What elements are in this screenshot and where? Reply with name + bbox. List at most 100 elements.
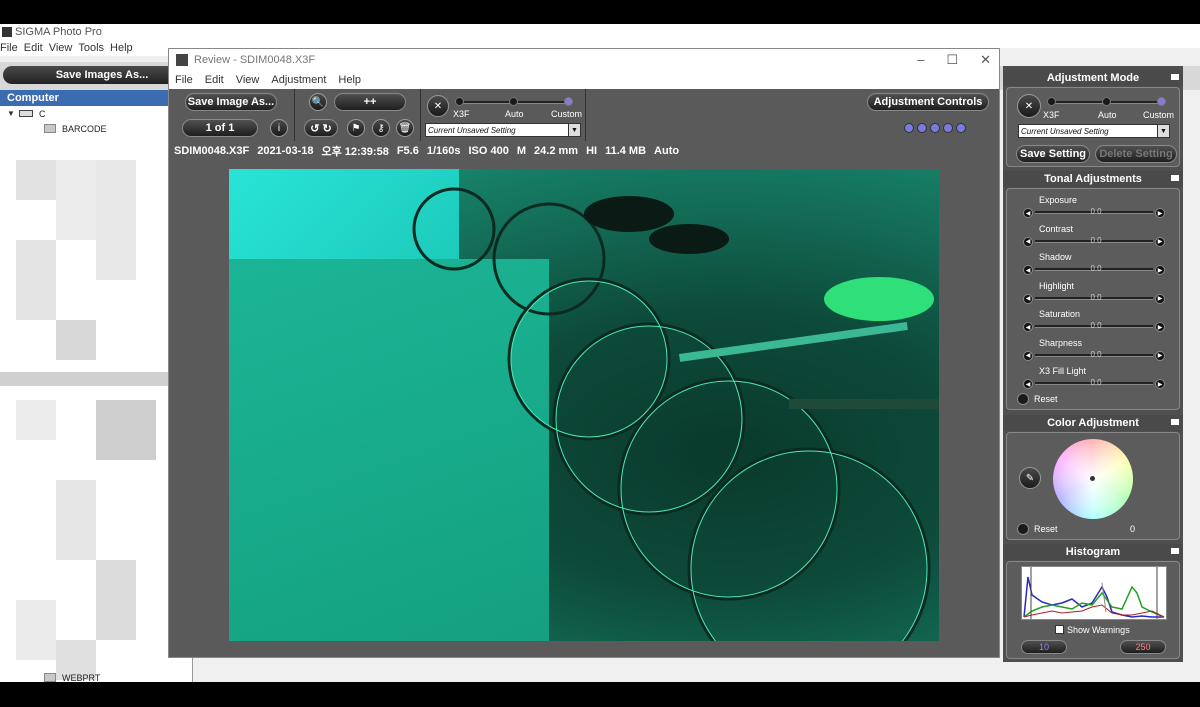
histogram-graph	[1021, 566, 1167, 620]
tonal-label: Shadow	[1039, 252, 1072, 262]
increase-arrow-icon[interactable]: ▶	[1155, 379, 1165, 389]
histogram-high-stepper[interactable]: 250	[1120, 640, 1166, 654]
page-navigator[interactable]: 1 of 1	[182, 119, 258, 137]
decrease-arrow-icon[interactable]: ◀	[1023, 322, 1033, 332]
tree-row-folder-bottom[interactable]: WEBPRT	[0, 670, 100, 685]
flag-icon[interactable]: ⚑	[347, 119, 365, 137]
save-image-button[interactable]: Save Image As...	[185, 93, 277, 111]
app-menu-file[interactable]: File	[0, 42, 24, 54]
maximize-icon[interactable]: ☐	[946, 52, 958, 68]
mode-reset-icon[interactable]: ✕	[427, 95, 449, 117]
increase-arrow-icon[interactable]: ▶	[1155, 293, 1165, 304]
tonal-reset-radio[interactable]	[1017, 393, 1029, 405]
color-reset-radio[interactable]	[1017, 523, 1029, 535]
review-menu-help[interactable]: Help	[338, 74, 361, 86]
tonal-label: Highlight	[1039, 280, 1075, 291]
tonal-slider-row: Shadow ◀ 0.0 ▶	[1007, 250, 1181, 278]
mode-setting-dropdown[interactable]: Current Unsaved Setting ▼	[1018, 124, 1170, 138]
close-icon[interactable]: ✕	[980, 52, 991, 68]
rotate-buttons[interactable]: ↺ ↻	[304, 119, 338, 137]
mode-slider-dot[interactable]	[455, 97, 464, 106]
app-menu-help[interactable]: Help	[110, 42, 139, 54]
toolbar-separator	[585, 89, 586, 141]
decrease-arrow-icon[interactable]: ◀	[1023, 236, 1033, 247]
minimize-panel-icon[interactable]	[1171, 74, 1179, 80]
delete-setting-button[interactable]: Delete Setting	[1095, 145, 1177, 163]
key-icon[interactable]: ⚷	[372, 119, 390, 137]
expand-arrow-icon[interactable]: ▼	[6, 109, 16, 118]
decrease-arrow-icon[interactable]: ◀	[1023, 350, 1033, 361]
background-strip	[1000, 48, 1200, 66]
status-dots	[904, 123, 966, 133]
mode-custom: Custom	[1143, 110, 1175, 120]
preview-image[interactable]	[229, 169, 939, 641]
increase-arrow-icon[interactable]: ▶	[1155, 265, 1165, 275]
mode-slider-dot[interactable]	[1102, 97, 1111, 106]
zoom-icon[interactable]: 🔍	[309, 93, 327, 111]
mode-auto: Auto	[1098, 110, 1117, 120]
mode-reset-icon[interactable]: ✕	[1017, 94, 1041, 118]
histogram-title: Histogram	[1065, 546, 1121, 558]
folder-label-bottom: WEBPRT	[62, 672, 101, 683]
increase-arrow-icon[interactable]: ▶	[1155, 208, 1165, 218]
review-menu-edit[interactable]: Edit	[205, 74, 224, 86]
tree-row-folder[interactable]: BARCODE	[0, 121, 192, 136]
mode-slider-dot-active[interactable]	[1157, 97, 1166, 106]
tonal-slider-row: X3 Fill Light ◀ 0.0 ▶	[1007, 364, 1181, 392]
mode-x3f: X3F	[453, 109, 470, 119]
review-toolbar: Save Image As... 🔍 ++ 1 of 1 i ↺ ↻ ⚑ ⚷ 🗑…	[169, 89, 999, 141]
increase-arrow-icon[interactable]: ▶	[1155, 350, 1165, 361]
minimize-icon[interactable]: –	[917, 52, 924, 68]
mode-slider-dot[interactable]	[509, 97, 518, 106]
save-setting-button[interactable]: Save Setting	[1016, 145, 1090, 163]
tonal-slider-row: Sharpness ◀ 0.0 ▶	[1007, 336, 1181, 364]
mode-slider-dot-active[interactable]	[564, 97, 573, 106]
review-menu-adjustment[interactable]: Adjustment	[271, 74, 326, 86]
photo-area	[169, 161, 999, 657]
adjustment-controls-button[interactable]: Adjustment Controls	[867, 93, 989, 111]
blurred-folder-list	[16, 160, 166, 700]
decrease-arrow-icon[interactable]: ◀	[1023, 265, 1033, 275]
mode-slider-dot[interactable]	[1047, 97, 1056, 106]
review-menu-file[interactable]: File	[175, 74, 193, 86]
app-menu-edit[interactable]: Edit	[24, 42, 49, 54]
tree-row-drive[interactable]: ▼ C	[0, 106, 192, 121]
review-titlebar: Review - SDIM0048.X3F – ☐ ✕	[169, 49, 999, 71]
chevron-down-icon[interactable]: ▼	[568, 124, 580, 136]
app-menu-view[interactable]: View	[49, 42, 79, 54]
folder-label: BARCODE	[62, 123, 107, 134]
tonal-box: Reset Exposure ◀ 0.0 ▶ Contrast ◀ 0.0 ▶ Shadow ◀ 0…	[1006, 188, 1180, 410]
decrease-arrow-icon[interactable]: ◀	[1023, 379, 1033, 389]
tonal-value: 0.0	[1090, 349, 1102, 359]
minimize-panel-icon[interactable]	[1171, 419, 1179, 425]
toolbar-separator	[420, 89, 421, 141]
color-wheel-center-dot[interactable]	[1090, 476, 1095, 481]
rotate-icon[interactable]: ↺ ↻	[310, 122, 332, 135]
selected-row-bar	[0, 372, 193, 386]
histogram-header: Histogram	[1003, 544, 1183, 560]
tonal-value: 0.0	[1090, 235, 1102, 245]
minimize-panel-icon[interactable]	[1171, 175, 1179, 181]
histogram-box: Show Warnings 10 250	[1006, 561, 1180, 659]
review-menu-view[interactable]: View	[236, 74, 260, 86]
adjustment-mode-box: ✕ X3F Auto Custom Current Unsaved Settin…	[1006, 87, 1180, 167]
increase-arrow-icon[interactable]: ▶	[1155, 236, 1165, 247]
trash-icon[interactable]: 🗑	[396, 119, 414, 137]
show-warnings-checkbox[interactable]	[1055, 625, 1064, 634]
info-shutter: 1/160s	[426, 145, 461, 157]
decrease-arrow-icon[interactable]: ◀	[1023, 293, 1033, 304]
zoom-stepper[interactable]: ++	[334, 93, 406, 111]
chevron-down-icon[interactable]: ▼	[1157, 125, 1169, 137]
color-wheel[interactable]	[1053, 439, 1133, 519]
color-reset-label: Reset	[1034, 524, 1058, 534]
increase-arrow-icon[interactable]: ▶	[1155, 322, 1165, 332]
decrease-arrow-icon[interactable]: ◀	[1023, 208, 1033, 218]
app-menu-tools[interactable]: Tools	[78, 42, 110, 54]
review-menubar: File Edit View Adjustment Help	[169, 71, 999, 89]
info-icon[interactable]: i	[270, 119, 288, 137]
eyedropper-icon[interactable]: ✎	[1019, 467, 1041, 489]
minimize-panel-icon[interactable]	[1171, 548, 1179, 554]
tonal-value: 0.0	[1090, 321, 1102, 330]
histogram-low-stepper[interactable]: 10	[1021, 640, 1067, 654]
setting-dropdown[interactable]: Current Unsaved Setting ▼	[425, 123, 581, 137]
